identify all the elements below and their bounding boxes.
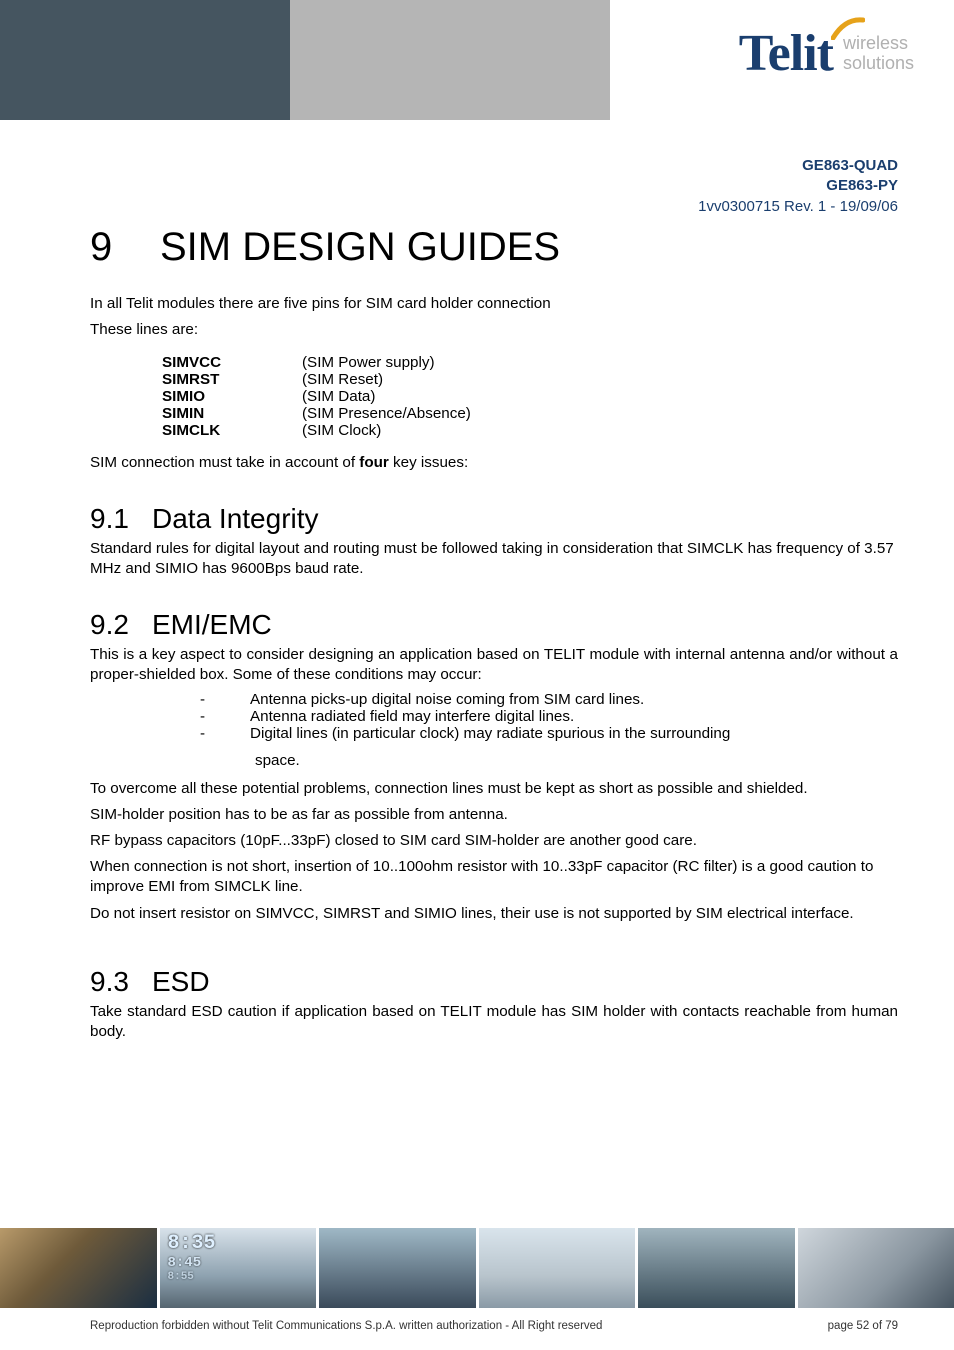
dash-icon: - [200,708,250,725]
footer-photo-strip: 8:35 8:45 8:55 [0,1228,954,1308]
brand-wordmark: Telit [739,28,833,80]
bullet-text: Antenna picks-up digital noise coming fr… [250,691,898,708]
pin-row: SIMRST(SIM Reset) [162,371,898,388]
issues-lead-bold: four [359,454,389,471]
intro-line-1: In all Telit modules there are five pins… [90,294,898,314]
subsection-number: 9.2 [90,609,152,641]
bullet-text: Digital lines (in particular clock) may … [250,725,898,742]
pin-name: SIMIN [162,405,302,422]
footer-left-text: Reproduction forbidden without Telit Com… [90,1320,602,1332]
pin-name: SIMVCC [162,354,302,371]
subsection-title: Data Integrity [152,503,319,534]
header-dark-block [0,0,290,120]
page-content: 9SIM DESIGN GUIDES In all Telit modules … [0,225,954,1042]
pin-desc: (SIM Power supply) [302,354,435,371]
footer-tile [798,1228,954,1308]
subsection-heading: 9.2EMI/EMC [90,609,898,641]
s92-after-4: When connection is not short, insertion … [90,857,898,897]
page: { "brand": { "name": "Telit", "tagline_l… [0,0,954,1350]
digits-big: 8:35 [168,1234,216,1254]
brand-name: Telit [739,25,833,82]
subsection-heading: 9.3ESD [90,966,898,998]
issues-lead: SIM connection must take in account of f… [90,453,898,473]
pin-desc: (SIM Reset) [302,371,383,388]
dash-icon: - [200,691,250,708]
bullet3-continuation: space. [255,752,898,769]
s91-body: Standard rules for digital layout and ro… [90,539,898,579]
s92-lead: This is a key aspect to consider designi… [90,645,898,685]
subsection-number: 9.1 [90,503,152,535]
bullet-text: Antenna radiated field may interfere dig… [250,708,898,725]
pin-row: SIMIN(SIM Presence/Absence) [162,405,898,422]
doc-model-1: GE863-QUAD [0,156,898,176]
footer-tile [319,1228,479,1308]
page-header: Telit wireless solutions [0,0,954,120]
doc-revision: 1vv0300715 Rev. 1 - 19/09/06 [0,197,898,217]
pin-desc: (SIM Data) [302,388,375,405]
brand-tagline: wireless solutions [843,34,914,74]
section-title: SIM DESIGN GUIDES [160,225,560,269]
subsection-title: ESD [152,966,210,997]
s93-body: Take standard ESD caution if application… [90,1002,898,1042]
issues-lead-pre: SIM connection must take in account of [90,454,359,471]
bullet-row: -Digital lines (in particular clock) may… [200,725,898,742]
section-heading: 9SIM DESIGN GUIDES [90,225,898,270]
document-meta: GE863-QUAD GE863-PY 1vv0300715 Rev. 1 - … [0,156,898,217]
s92-after-3: RF bypass capacitors (10pF...33pF) close… [90,831,898,851]
doc-model-2: GE863-PY [0,176,898,196]
pin-row: SIMVCC(SIM Power supply) [162,354,898,371]
pin-name: SIMCLK [162,422,302,439]
subsection-title: EMI/EMC [152,609,272,640]
footer-page-number: page 52 of 79 [828,1320,898,1332]
subsection-heading: 9.1Data Integrity [90,503,898,535]
pin-desc: (SIM Clock) [302,422,381,439]
clock-digits-icon: 8:35 8:45 8:55 [168,1234,216,1283]
s92-after-5: Do not insert resistor on SIMVCC, SIMRST… [90,904,898,924]
issues-lead-post: key issues: [389,454,468,471]
digits-small: 8:55 [168,1272,216,1283]
footer-tile [479,1228,639,1308]
pin-name: SIMRST [162,371,302,388]
intro-line-2: These lines are: [90,320,898,340]
pin-row: SIMCLK(SIM Clock) [162,422,898,439]
s92-after-1: To overcome all these potential problems… [90,779,898,799]
brand-logo: Telit wireless solutions [739,28,914,80]
brand-tagline-line2: solutions [843,54,914,74]
pin-name: SIMIO [162,388,302,405]
bullet-row: -Antenna radiated field may interfere di… [200,708,898,725]
page-footer: Reproduction forbidden without Telit Com… [90,1320,898,1332]
digits-mid: 8:45 [168,1256,216,1270]
footer-tile [0,1228,160,1308]
footer-tile: 8:35 8:45 8:55 [160,1228,320,1308]
pin-desc: (SIM Presence/Absence) [302,405,471,422]
dash-icon: - [200,725,250,742]
bullet-row: -Antenna picks-up digital noise coming f… [200,691,898,708]
s92-bullets: -Antenna picks-up digital noise coming f… [200,691,898,742]
pin-table: SIMVCC(SIM Power supply) SIMRST(SIM Rese… [162,354,898,439]
footer-tile [638,1228,798,1308]
brand-swoosh-icon [831,16,865,40]
s92-after-2: SIM-holder position has to be as far as … [90,805,898,825]
subsection-number: 9.3 [90,966,152,998]
section-number: 9 [90,225,160,270]
pin-row: SIMIO(SIM Data) [162,388,898,405]
